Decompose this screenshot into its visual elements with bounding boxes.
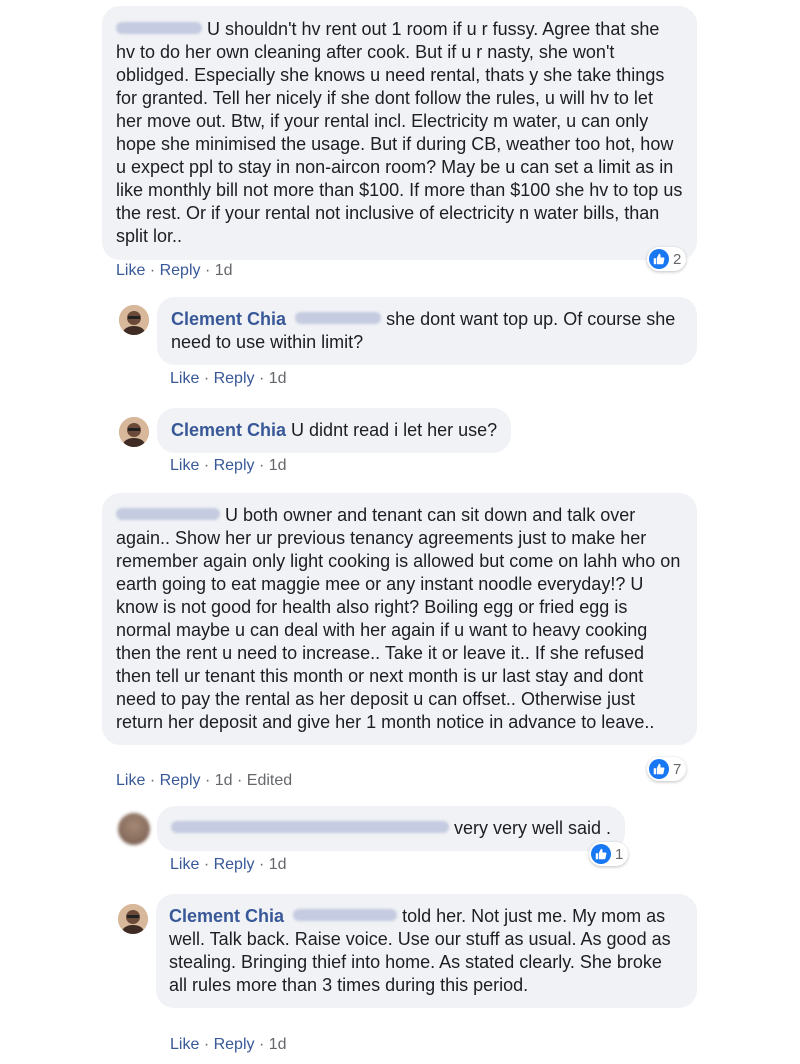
reaction-number: 7 (673, 760, 682, 778)
reply-actions: Like · Reply · 1d (170, 370, 287, 387)
reaction-count[interactable]: 7 (647, 757, 687, 781)
author-name[interactable]: Clement Chia (171, 420, 286, 440)
comment-text: U both owner and tenant can sit down and… (116, 505, 681, 732)
reaction-count[interactable]: 2 (647, 247, 687, 271)
redacted-name (116, 22, 202, 34)
like-link[interactable]: Like (116, 772, 145, 789)
redacted-name (295, 312, 382, 324)
author-name[interactable]: Clement Chia (171, 309, 286, 329)
avatar[interactable] (118, 904, 148, 934)
reply-link[interactable]: Reply (160, 772, 201, 789)
author-name[interactable]: Clement Chia (169, 906, 284, 926)
reply-link[interactable]: Reply (214, 856, 255, 873)
reply-text: very very well said . (454, 818, 612, 838)
comment-actions: Like · Reply · 1d (116, 262, 233, 279)
redacted-name (116, 508, 220, 520)
timestamp: 1d (214, 262, 233, 279)
reaction-number: 2 (673, 250, 682, 268)
like-thumb-icon (591, 844, 611, 864)
avatar[interactable] (119, 417, 149, 447)
redacted-name (171, 821, 449, 833)
like-thumb-icon (649, 759, 669, 779)
like-link[interactable]: Like (116, 262, 145, 279)
comment-bubble: U shouldn't hv rent out 1 room if u r fu… (102, 6, 697, 260)
reply-bubble: Clement Chia told her. Not just me. My m… (156, 894, 697, 1008)
reply-bubble: Clement Chia U didnt read i let her use? (157, 408, 512, 453)
like-link[interactable]: Like (170, 1036, 199, 1053)
reply-actions: Like · Reply · 1d (170, 1036, 287, 1053)
reply-link[interactable]: Reply (214, 370, 255, 387)
comment-bubble: U both owner and tenant can sit down and… (102, 493, 697, 745)
avatar[interactable] (118, 813, 150, 845)
timestamp: 1d (268, 457, 287, 474)
comment-actions: Like · Reply · 1d · Edited (116, 772, 293, 789)
like-thumb-icon (649, 249, 669, 269)
reply-bubble: Clement Chia she dont want top up. Of co… (157, 297, 697, 365)
timestamp: 1d (268, 856, 287, 873)
reply-bubble: very very well said . (157, 806, 626, 851)
reply-link[interactable]: Reply (214, 1036, 255, 1053)
like-link[interactable]: Like (170, 457, 199, 474)
like-link[interactable]: Like (170, 856, 199, 873)
reaction-number: 1 (615, 845, 624, 863)
like-link[interactable]: Like (170, 370, 199, 387)
edited-label: Edited (246, 772, 293, 789)
reply-text: U didnt read i let her use? (291, 420, 498, 440)
reply-actions: Like · Reply · 1d (170, 856, 287, 873)
reaction-count[interactable]: 1 (589, 842, 629, 866)
avatar[interactable] (119, 305, 149, 335)
timestamp: 1d (268, 1036, 287, 1053)
redacted-name (293, 909, 398, 921)
timestamp: 1d (214, 772, 233, 789)
reply-link[interactable]: Reply (160, 262, 201, 279)
comment-text: U shouldn't hv rent out 1 room if u r fu… (116, 19, 683, 246)
reply-actions: Like · Reply · 1d (170, 457, 287, 474)
reply-link[interactable]: Reply (214, 457, 255, 474)
timestamp: 1d (268, 370, 287, 387)
